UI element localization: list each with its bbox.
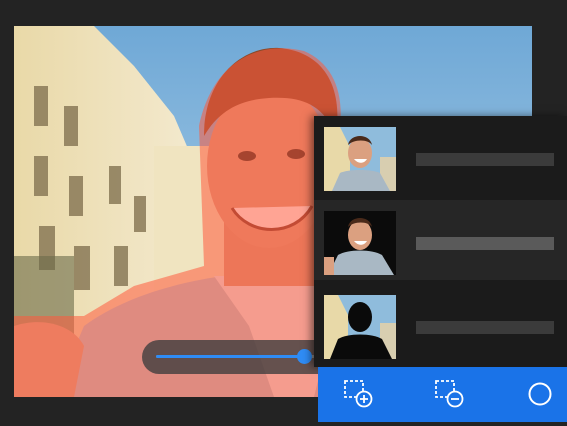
circle-button[interactable] bbox=[525, 377, 557, 409]
action-toolbar bbox=[318, 367, 567, 422]
layer-thumbnail-subject bbox=[324, 211, 396, 275]
layer-row-mask[interactable] bbox=[314, 284, 567, 364]
subtract-selection-icon bbox=[434, 377, 466, 409]
slider-track[interactable] bbox=[156, 349, 328, 364]
layer-row-composite[interactable] bbox=[314, 116, 567, 196]
layer-row-subject[interactable] bbox=[314, 200, 567, 280]
circle-icon bbox=[525, 377, 557, 409]
slider-fill bbox=[156, 355, 304, 358]
slider-thumb[interactable] bbox=[296, 349, 312, 364]
opacity-slider[interactable] bbox=[142, 340, 342, 374]
add-selection-icon bbox=[343, 377, 375, 409]
subtract-selection-button[interactable] bbox=[434, 377, 466, 409]
layer-name-placeholder bbox=[416, 237, 554, 250]
layer-thumbnail-mask bbox=[324, 295, 396, 359]
layer-name-placeholder bbox=[416, 153, 554, 166]
layers-panel bbox=[314, 116, 567, 367]
layer-name-placeholder bbox=[416, 321, 554, 334]
layer-thumbnail-composite bbox=[324, 127, 396, 191]
add-selection-button[interactable] bbox=[343, 377, 375, 409]
